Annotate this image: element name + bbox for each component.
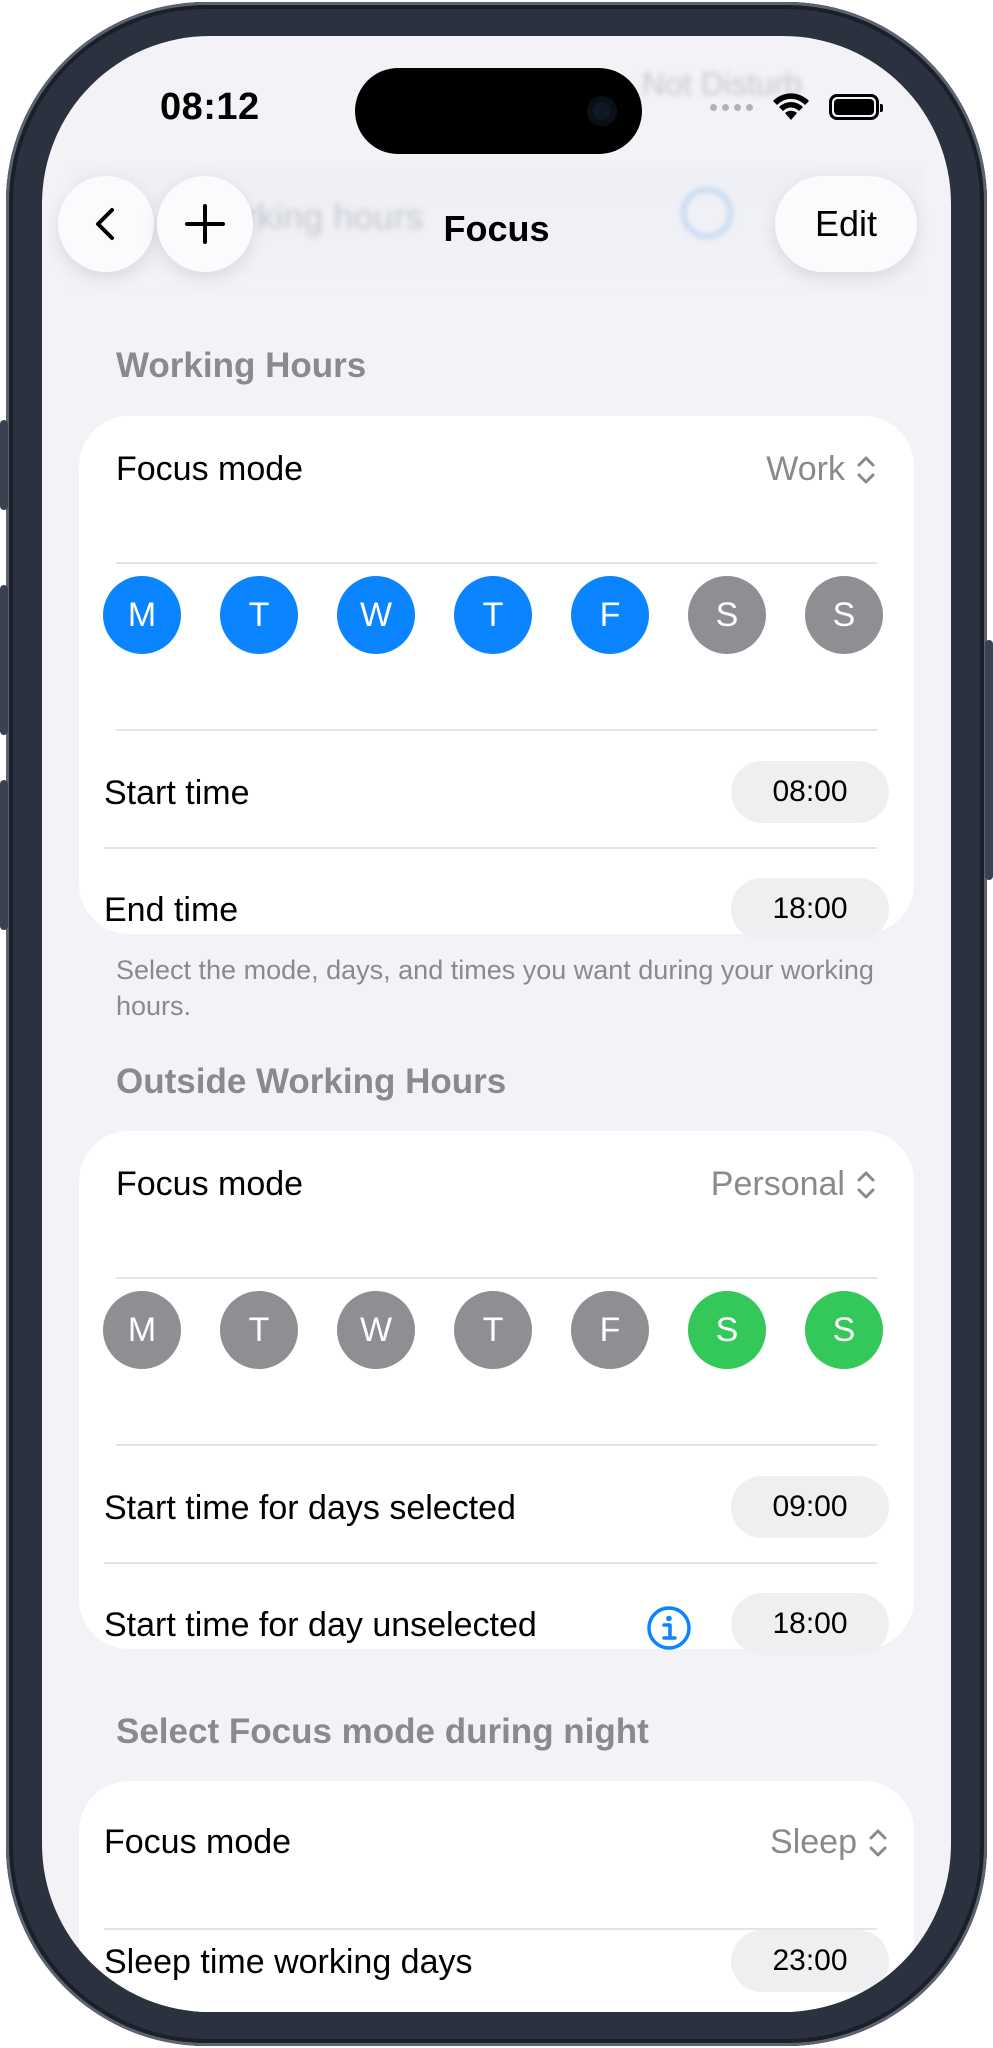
sleep-working-days-label: Sleep time working days — [104, 1943, 473, 1981]
day-toggle[interactable]: T — [220, 1291, 298, 1369]
focus-mode-label: Focus mode — [116, 450, 304, 488]
start-time-unselected-label: Start time for day unselected — [104, 1606, 537, 1644]
day-toggle[interactable]: S — [805, 576, 883, 654]
divider — [116, 1277, 877, 1279]
signal-dots-icon — [710, 103, 753, 111]
phone-device: Working hours Not Disturb 08:12 Focus Ed… — [0, 0, 993, 2048]
day-toggle[interactable]: M — [103, 576, 181, 654]
day-toggle[interactable]: F — [571, 576, 649, 654]
day-toggle[interactable]: T — [220, 576, 298, 654]
start-time-selected-label: Start time for days selected — [104, 1489, 516, 1527]
section-header-outside-hours: Outside Working Hours — [116, 1062, 507, 1101]
working-hours-footnote: Select the mode, days, and times you wan… — [116, 955, 874, 1021]
focus-mode-picker[interactable]: Work — [766, 450, 877, 489]
start-time-label: Start time — [104, 774, 250, 812]
sleep-working-days-picker[interactable]: 23:00 — [731, 1930, 889, 1992]
start-time-picker[interactable]: 08:00 — [731, 761, 889, 823]
edit-button[interactable]: Edit — [775, 176, 917, 272]
screen: Working hours Not Disturb 08:12 Focus Ed… — [42, 36, 951, 2012]
focus-mode-value: Personal — [710, 1165, 845, 1203]
volume-down-button — [0, 780, 8, 930]
section-header-working-hours: Working Hours — [116, 346, 367, 385]
divider — [116, 1444, 877, 1446]
updown-chevron-icon — [869, 1829, 887, 1856]
action-button — [0, 420, 8, 510]
end-time-label: End time — [104, 891, 239, 929]
focus-mode-picker[interactable]: Sleep — [770, 1823, 889, 1862]
section-header-night: Select Focus mode during night — [116, 1712, 649, 1751]
start-time-unselected-picker[interactable]: 18:00 — [731, 1593, 889, 1655]
focus-mode-value: Work — [766, 450, 845, 488]
focus-mode-picker[interactable]: Personal — [711, 1165, 877, 1204]
updown-chevron-icon — [857, 456, 875, 483]
divider — [116, 562, 877, 564]
wifi-icon — [773, 93, 809, 120]
day-toggle[interactable]: W — [337, 1291, 415, 1369]
volume-up-button — [0, 585, 8, 735]
day-toggle[interactable]: T — [454, 576, 532, 654]
focus-mode-value: Sleep — [770, 1823, 857, 1861]
camera-icon — [587, 96, 617, 126]
info-icon[interactable] — [646, 1605, 692, 1651]
status-time: 08:12 — [160, 86, 260, 128]
night-card: Focus mode Sleep Sleep time working days… — [79, 1781, 914, 2012]
day-toggle[interactable]: M — [103, 1291, 181, 1369]
start-time-selected-picker[interactable]: 09:00 — [731, 1476, 889, 1538]
outside-hours-card: Focus mode Personal Start time for days … — [79, 1131, 914, 1655]
focus-mode-label: Focus mode — [116, 1165, 304, 1203]
focus-mode-label: Focus mode — [104, 1823, 292, 1861]
divider — [104, 1562, 877, 1564]
working-hours-card: Focus mode Work Start time 08:00 End tim… — [79, 416, 914, 940]
day-toggle[interactable]: S — [805, 1291, 883, 1369]
day-toggle[interactable]: F — [571, 1291, 649, 1369]
dynamic-island — [355, 68, 642, 154]
day-toggle[interactable]: S — [688, 1291, 766, 1369]
status-icons — [710, 92, 883, 122]
battery-icon — [829, 94, 883, 120]
divider — [116, 729, 877, 731]
day-toggle[interactable]: S — [688, 576, 766, 654]
day-toggle[interactable]: W — [337, 576, 415, 654]
end-time-picker[interactable]: 18:00 — [731, 878, 889, 940]
divider — [104, 847, 877, 849]
day-toggle[interactable]: T — [454, 1291, 532, 1369]
updown-chevron-icon — [857, 1171, 875, 1198]
power-button — [985, 640, 993, 880]
